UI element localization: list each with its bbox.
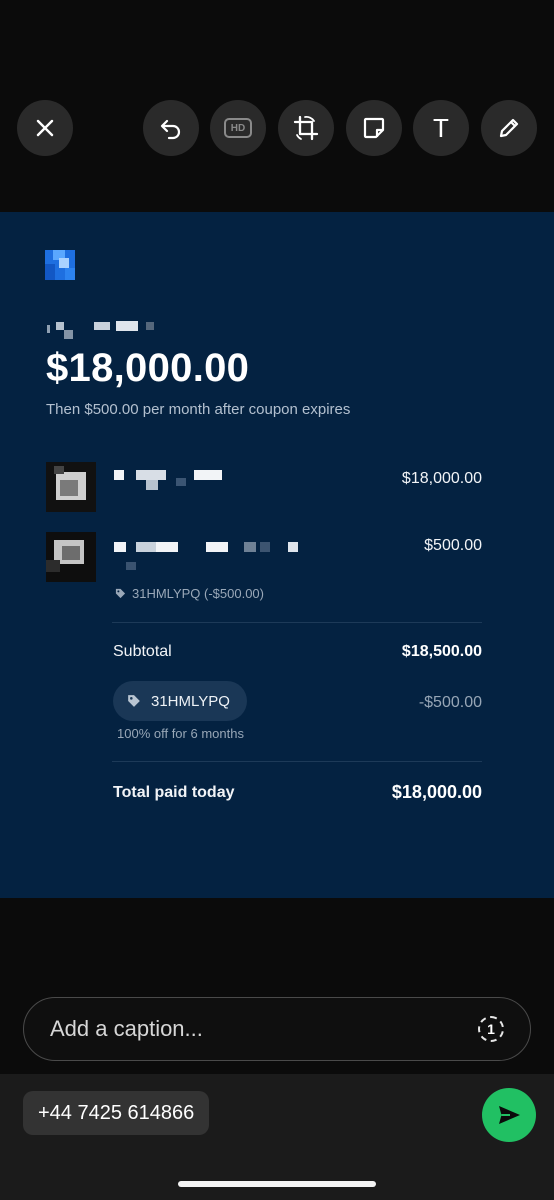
total-label: Total paid today (113, 784, 235, 801)
coupon-badge: 31HMLYPQ (113, 681, 247, 721)
hd-label: HD (230, 122, 246, 134)
draw-button[interactable] (481, 100, 537, 156)
tag-icon (115, 588, 126, 599)
recipient-chip[interactable]: +44 7425 614866 (23, 1091, 210, 1135)
divider (112, 622, 482, 623)
caption-placeholder: Add a caption... (50, 1016, 203, 1041)
item-price: $500.00 (424, 537, 482, 554)
total-value: $18,000.00 (391, 782, 482, 802)
item-coupon: 31HMLYPQ (-$500.00) (115, 586, 264, 601)
divider (112, 761, 482, 762)
item-price: $18,000.00 (401, 470, 482, 487)
home-indicator (178, 1181, 376, 1187)
billing-subtitle: Then $500.00 per month after coupon expi… (46, 401, 351, 418)
undo-icon (160, 119, 181, 140)
caption-input[interactable]: Add a caption... 1 (23, 997, 531, 1061)
hd-quality-button[interactable]: HD (210, 100, 266, 156)
subtotal-label: Subtotal (113, 643, 172, 660)
subtotal-value: $18,500.00 (401, 643, 482, 660)
sticker-button[interactable] (346, 100, 402, 156)
merchant-logo (45, 250, 75, 280)
send-button[interactable] (482, 1088, 536, 1142)
amount-paid: $18,000.00 (46, 346, 250, 390)
sticker-icon (363, 117, 385, 139)
view-once-icon: 1 (487, 1021, 495, 1037)
coupon-note: 100% off for 6 months (117, 726, 244, 741)
coupon-code: 31HMLYPQ (151, 692, 230, 710)
item-coupon-text: 31HMLYPQ (-$500.00) (132, 586, 264, 601)
close-button[interactable] (17, 100, 73, 156)
text-tool-button[interactable]: T (413, 100, 469, 156)
pencil-icon (499, 118, 519, 138)
crop-rotate-icon (293, 115, 319, 141)
close-icon (36, 119, 54, 137)
undo-button[interactable] (143, 100, 199, 156)
editor-toolbar (0, 0, 554, 212)
coupon-discount: -$500.00 (418, 694, 482, 711)
hd-icon: HD (224, 118, 252, 138)
tag-icon (128, 695, 140, 707)
view-once-button[interactable]: 1 (478, 1016, 504, 1042)
send-icon (499, 1106, 520, 1124)
crop-button[interactable] (278, 100, 334, 156)
text-tool-icon: T (433, 112, 449, 143)
